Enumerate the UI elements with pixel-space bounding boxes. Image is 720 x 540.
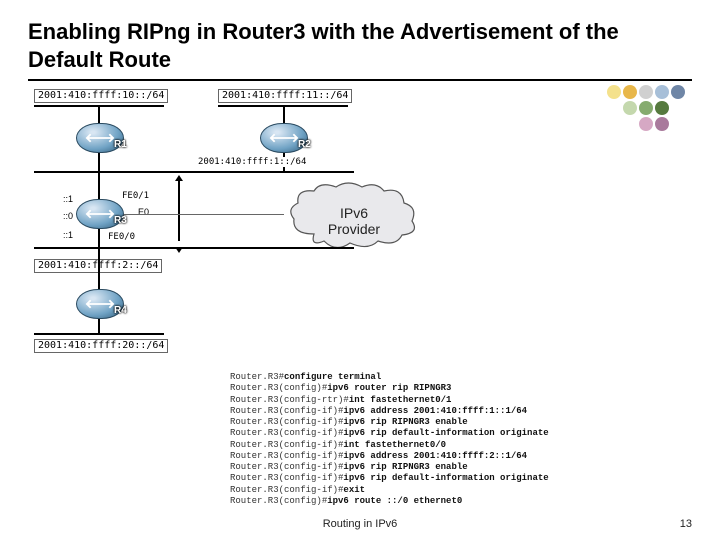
ripng-arrow-up-head: [175, 175, 183, 181]
slide-title: Enabling RIPng in Router3 with the Adver…: [28, 18, 692, 81]
addr-down: ::1: [63, 231, 73, 240]
net-label-5: 2001:410:ffff:20::/64: [34, 339, 168, 353]
link-r3-e0: [124, 214, 284, 215]
cloud-label: IPv6 Provider: [284, 205, 424, 237]
router-r2-label: R2: [298, 139, 311, 150]
net-label-1: 2001:410:ffff:10::/64: [34, 89, 168, 103]
bus-n5: [34, 333, 164, 335]
bus-n4: [34, 247, 354, 249]
router-r4-label: R4: [114, 305, 127, 316]
link-n2-r2: [283, 105, 285, 123]
addr-mid: ::0: [63, 212, 73, 221]
link-r3-n4: [98, 229, 100, 247]
link-r1-n3: [98, 153, 100, 171]
page-number: 13: [680, 518, 692, 530]
net-label-3: 2001:410:ffff:1::/64: [198, 157, 306, 167]
link-n3-r3: [98, 171, 100, 199]
router-r1-label: R1: [114, 139, 127, 150]
net-label-2: 2001:410:ffff:11::/64: [218, 89, 352, 103]
link-r4-n5: [98, 319, 100, 333]
iface-e0: E0: [138, 208, 149, 217]
ipv6-provider-cloud: IPv6 Provider: [284, 179, 424, 253]
slide: Enabling RIPng in Router3 with the Adver…: [0, 0, 720, 540]
ripng-arrow-down-head: [175, 247, 183, 253]
link-n4-r4: [98, 247, 100, 289]
iface-fe01: FE0/1: [122, 192, 149, 201]
addr-up: ::1: [63, 195, 73, 204]
footer-title: Routing in IPv6: [0, 518, 720, 530]
network-diagram: 2001:410:ffff:10::/64 2001:410:ffff:11::…: [28, 89, 692, 409]
ripng-arrow-up-line: [178, 179, 180, 241]
link-n1-r1: [98, 105, 100, 123]
bus-n3: [34, 171, 354, 173]
router-r3-label: R3: [114, 215, 127, 226]
iface-fe00: FE0/0: [108, 233, 135, 242]
cli-output: Router.R3#configure terminal Router.R3(c…: [230, 372, 700, 507]
